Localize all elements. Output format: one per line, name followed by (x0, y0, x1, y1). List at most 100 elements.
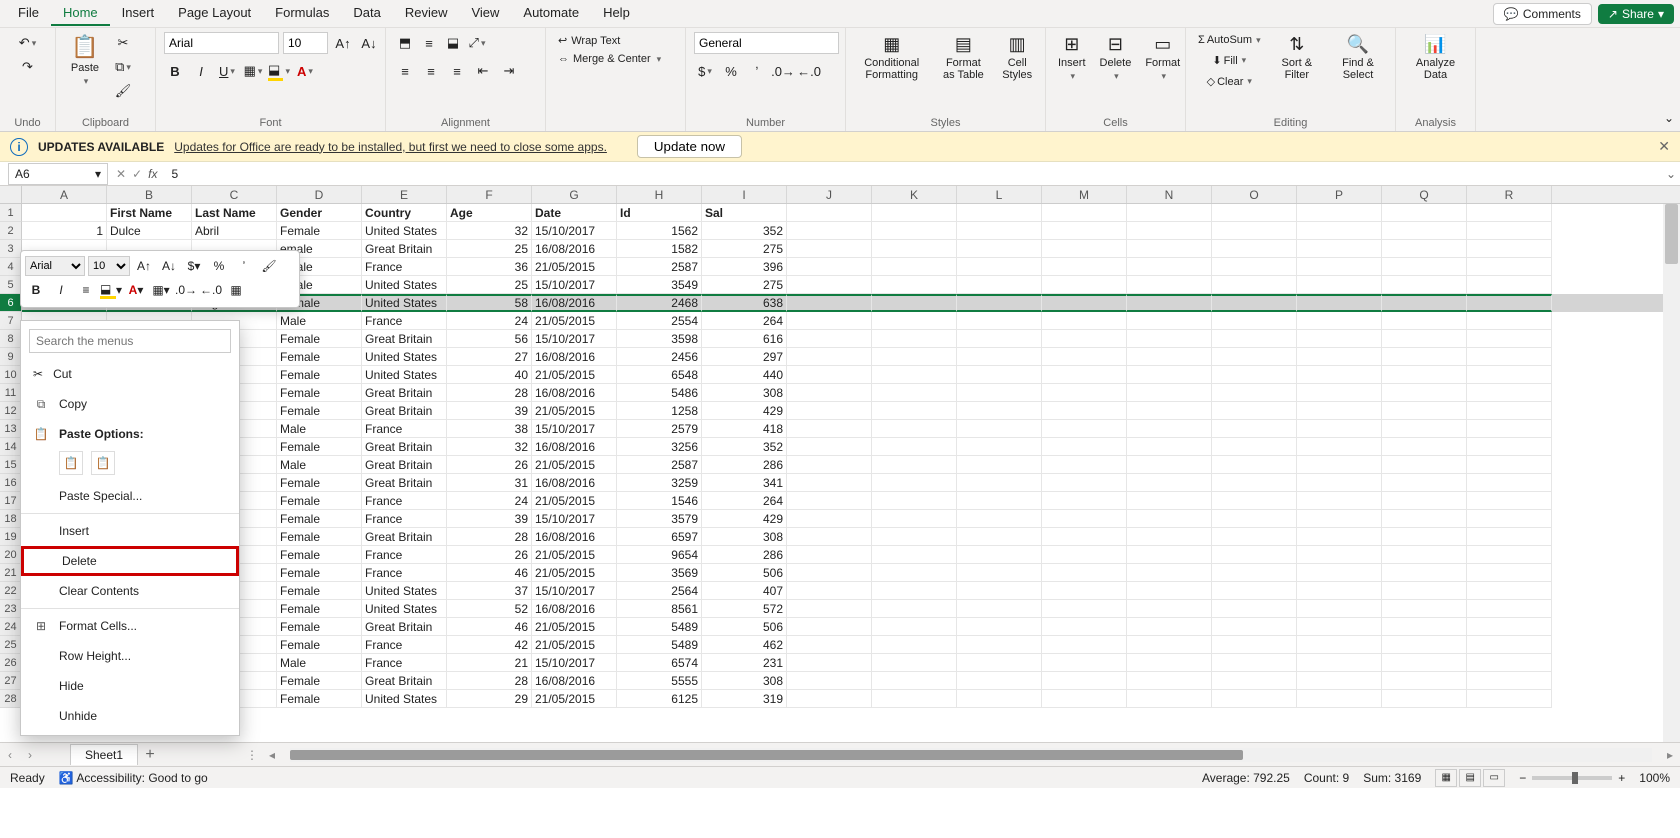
row-header[interactable]: 4 (0, 258, 22, 276)
cell[interactable] (1127, 348, 1212, 366)
cell[interactable] (1297, 204, 1382, 222)
cell[interactable] (872, 420, 957, 438)
cell[interactable] (1127, 618, 1212, 636)
column-header[interactable]: J (787, 186, 872, 203)
table-row[interactable]: 1First NameLast NameGenderCountryAgeDate… (0, 204, 1680, 222)
ctx-insert[interactable]: Insert (21, 516, 239, 546)
cell[interactable]: France (362, 564, 447, 582)
cell[interactable] (957, 240, 1042, 258)
cell[interactable] (1382, 510, 1467, 528)
cell[interactable]: 396 (702, 258, 787, 276)
cell[interactable]: 16/08/2016 (532, 438, 617, 456)
cell[interactable]: Great Britain (362, 240, 447, 258)
paste-option-2[interactable]: 📋 (91, 451, 115, 475)
cell[interactable]: 15/10/2017 (532, 330, 617, 348)
cell[interactable]: Great Britain (362, 456, 447, 474)
cell[interactable] (1212, 564, 1297, 582)
cell[interactable] (787, 240, 872, 258)
cell[interactable] (1382, 456, 1467, 474)
ctx-copy[interactable]: ⧉Copy (21, 389, 239, 419)
column-header[interactable]: A (22, 186, 107, 203)
cell[interactable]: 42 (447, 636, 532, 654)
cell[interactable]: 6597 (617, 528, 702, 546)
row-header[interactable]: 25 (0, 636, 22, 654)
cell[interactable] (872, 312, 957, 330)
cell[interactable] (957, 474, 1042, 492)
cell[interactable]: 5555 (617, 672, 702, 690)
cell[interactable]: 46 (447, 618, 532, 636)
align-bottom-button[interactable]: ⬓ (442, 32, 464, 54)
cell[interactable] (1382, 294, 1467, 312)
cell[interactable] (787, 600, 872, 618)
cell[interactable] (1212, 366, 1297, 384)
cell[interactable]: 15/10/2017 (532, 510, 617, 528)
cell[interactable]: Great Britain (362, 528, 447, 546)
cell[interactable] (957, 258, 1042, 276)
cell[interactable] (872, 600, 957, 618)
italic-button[interactable]: I (190, 60, 212, 82)
cell[interactable] (957, 294, 1042, 312)
cell[interactable] (1467, 240, 1552, 258)
cell[interactable]: 286 (702, 546, 787, 564)
cell[interactable] (1127, 510, 1212, 528)
cell[interactable] (1127, 672, 1212, 690)
cell[interactable] (1467, 366, 1552, 384)
ctx-clear-contents[interactable]: Clear Contents (21, 576, 239, 606)
cell[interactable] (872, 204, 957, 222)
cell[interactable] (1042, 456, 1127, 474)
mini-format-painter[interactable]: 🖌 (258, 255, 280, 277)
cell[interactable] (957, 312, 1042, 330)
cell[interactable]: 52 (447, 600, 532, 618)
cell[interactable] (1382, 474, 1467, 492)
cell[interactable] (787, 402, 872, 420)
cell[interactable]: 21/05/2015 (532, 492, 617, 510)
cell[interactable] (1212, 438, 1297, 456)
cell[interactable]: 616 (702, 330, 787, 348)
row-header[interactable]: 8 (0, 330, 22, 348)
row-header[interactable]: 5 (0, 276, 22, 294)
underline-button[interactable]: U▾ (216, 60, 238, 82)
cell[interactable]: 6548 (617, 366, 702, 384)
column-header[interactable]: C (192, 186, 277, 203)
cell[interactable]: 15/10/2017 (532, 654, 617, 672)
cell[interactable] (1467, 492, 1552, 510)
cell[interactable] (1212, 258, 1297, 276)
cell[interactable] (1127, 546, 1212, 564)
cell[interactable] (787, 636, 872, 654)
cell[interactable]: Age (447, 204, 532, 222)
formula-input[interactable]: 5 (165, 167, 1662, 181)
fx-icon[interactable]: fx (148, 167, 157, 181)
cell[interactable] (1212, 240, 1297, 258)
table-row[interactable]: 25FemaleFrance4221/05/20155489462 (0, 636, 1680, 654)
increase-indent-button[interactable]: ⇥ (498, 60, 520, 82)
cell[interactable] (1042, 330, 1127, 348)
find-select-button[interactable]: 🔍Find & Select (1329, 32, 1387, 83)
cell[interactable] (1467, 420, 1552, 438)
cell-styles-button[interactable]: ▥Cell Styles (997, 32, 1037, 83)
cell[interactable]: Great Britain (362, 438, 447, 456)
cell[interactable] (1467, 654, 1552, 672)
zoom-slider[interactable]: − + (1519, 771, 1625, 785)
cell[interactable]: France (362, 420, 447, 438)
column-header[interactable]: G (532, 186, 617, 203)
cell[interactable]: 352 (702, 438, 787, 456)
cell[interactable] (1042, 438, 1127, 456)
cell[interactable] (1467, 528, 1552, 546)
cell[interactable]: 308 (702, 672, 787, 690)
cell[interactable]: France (362, 510, 447, 528)
cell[interactable]: 37 (447, 582, 532, 600)
cell[interactable] (1042, 222, 1127, 240)
cell[interactable] (1467, 402, 1552, 420)
cell[interactable] (1212, 330, 1297, 348)
cell[interactable] (872, 582, 957, 600)
cell[interactable]: 2587 (617, 456, 702, 474)
accessibility-status[interactable]: ♿ Accessibility: Good to go (59, 771, 208, 785)
cell[interactable]: 16/08/2016 (532, 672, 617, 690)
table-row[interactable]: 19eFemaleGreat Britain2816/08/2016659730… (0, 528, 1680, 546)
row-header[interactable]: 2 (0, 222, 22, 240)
cell[interactable] (1127, 312, 1212, 330)
percent-button[interactable]: % (720, 60, 742, 82)
insert-cells-button[interactable]: ⊞Insert▾ (1054, 32, 1090, 84)
cell[interactable] (1127, 456, 1212, 474)
row-header[interactable]: 14 (0, 438, 22, 456)
